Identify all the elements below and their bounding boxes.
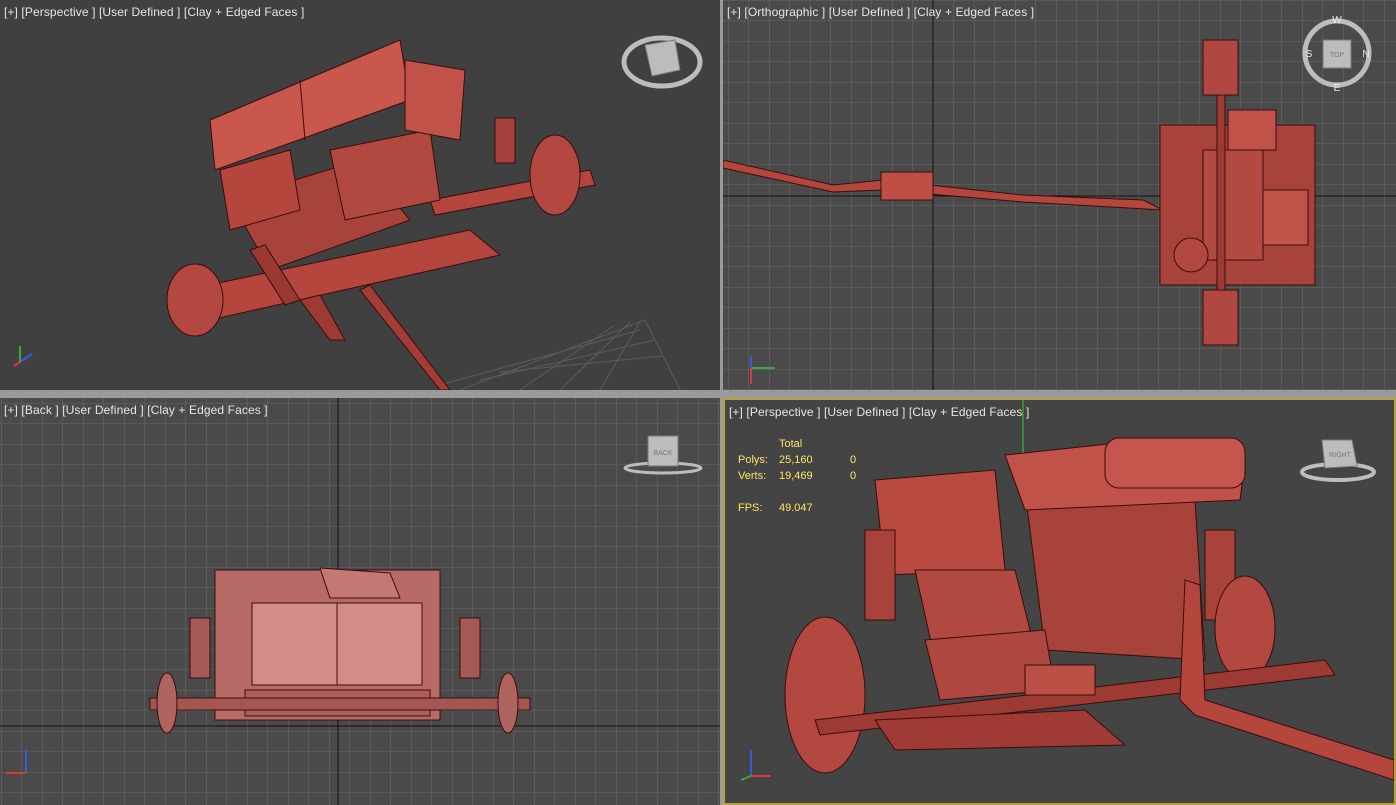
viewport-perspective-bottom-right[interactable]: [+] [Perspective ] [User Defined ] [Clay… xyxy=(723,398,1396,805)
engine-model-perspective xyxy=(166,35,703,390)
engine-model-back-view: BACK xyxy=(0,398,720,805)
viewport-orthographic-top-right[interactable]: [+] [Orthographic ] [User Defined ] [Cla… xyxy=(723,0,1396,390)
engine-model-closeup: RIGHT xyxy=(784,400,1394,781)
axis-tripod-icon xyxy=(10,340,40,375)
viewport-back-bottom-left[interactable]: [+] [Back ] [User Defined ] [Clay + Edge… xyxy=(0,398,720,805)
axis-tripod-icon xyxy=(745,354,785,390)
viewport-perspective-top-left[interactable]: [+] [Perspective ] [User Defined ] [Clay… xyxy=(0,0,720,390)
polys-selected: 0 xyxy=(850,454,857,466)
viewcube-face-label: TOP xyxy=(1330,52,1345,59)
viewport-label[interactable]: [+] [Orthographic ] [User Defined ] [Cla… xyxy=(727,5,1034,19)
compass-n: N xyxy=(1362,49,1369,60)
compass-w: W xyxy=(1332,15,1342,26)
stats-header: Total xyxy=(779,438,803,450)
compass-s: S xyxy=(1306,49,1313,60)
right-viewcube-icon: RIGHT xyxy=(1300,439,1376,482)
viewcube-face-label: RIGHT xyxy=(1329,452,1352,459)
orbit-viewcube-icon xyxy=(621,35,703,89)
viewport-label[interactable]: [+] [Perspective ] [User Defined ] [Clay… xyxy=(4,5,304,19)
fps-label: FPS: xyxy=(738,502,763,514)
viewport-label[interactable]: [+] [Perspective ] [User Defined ] [Clay… xyxy=(729,405,1029,419)
verts-selected: 0 xyxy=(850,470,857,482)
engine-model-top-view: TOP W S N E xyxy=(723,0,1396,390)
fps-value: 49.047 xyxy=(779,502,813,514)
verts-value: 19,469 xyxy=(779,470,813,482)
viewcube-face-label: BACK xyxy=(653,450,672,457)
polys-label: Polys: xyxy=(738,454,768,466)
axis-tripod-icon xyxy=(735,746,775,787)
compass-e: E xyxy=(1334,83,1341,94)
viewport-label[interactable]: [+] [Back ] [User Defined ] [Clay + Edge… xyxy=(4,403,268,417)
axis-tripod-icon xyxy=(4,743,44,784)
polys-value: 25,160 xyxy=(779,454,813,466)
verts-label: Verts: xyxy=(738,470,767,482)
